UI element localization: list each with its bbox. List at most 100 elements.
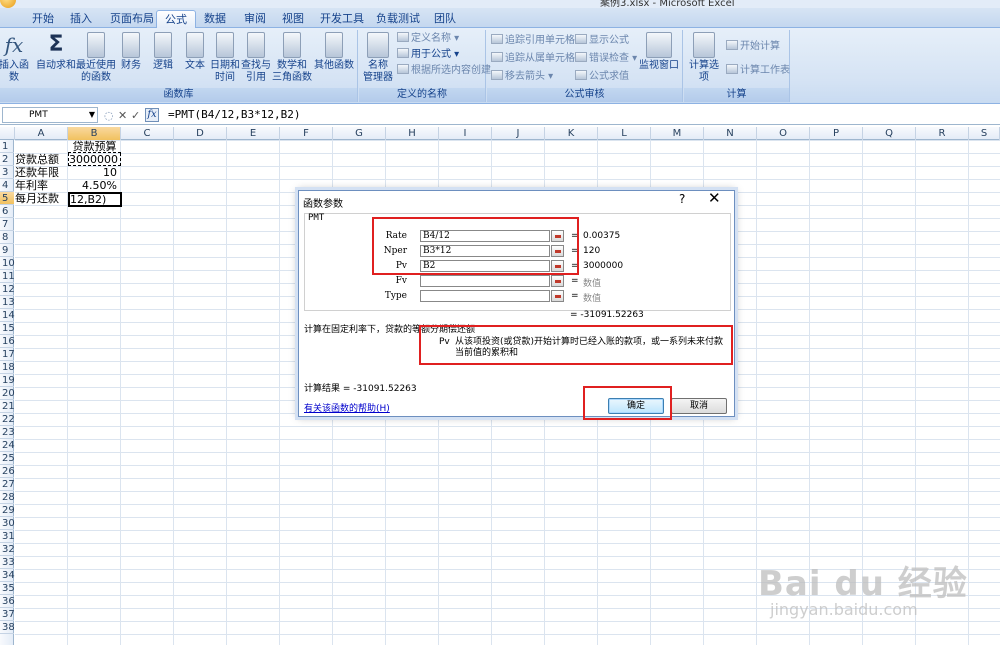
row-header[interactable]: 35 xyxy=(0,582,15,595)
error-checking-button[interactable]: 错误检查 ▾ xyxy=(575,52,637,66)
row-header[interactable]: 17 xyxy=(0,348,15,361)
cell-a5[interactable]: 每月还款 xyxy=(15,192,68,205)
name-manager-button[interactable]: 名称 管理器 xyxy=(361,32,395,84)
column-header[interactable]: I xyxy=(439,127,492,140)
row-header[interactable]: 34 xyxy=(0,569,15,582)
cell-a2[interactable]: 贷款总额 xyxy=(15,153,68,166)
logical-button[interactable]: 逻辑 xyxy=(148,32,178,72)
help-icon[interactable]: ? xyxy=(679,192,685,206)
row-header[interactable]: 6 xyxy=(0,205,14,218)
row-header[interactable]: 5 xyxy=(0,192,14,205)
row-header[interactable]: 20 xyxy=(0,387,15,400)
row-header[interactable]: 3 xyxy=(0,166,14,179)
define-name-button[interactable]: 定义名称 ▾ xyxy=(397,32,459,46)
row-header[interactable]: 21 xyxy=(0,400,15,413)
enter-icon[interactable]: ✓ xyxy=(131,109,140,122)
tab-home[interactable]: 开始 xyxy=(24,10,62,28)
row-header[interactable]: 22 xyxy=(0,413,15,426)
fv-input[interactable] xyxy=(420,275,550,287)
column-header[interactable]: L xyxy=(598,127,651,140)
trace-precedents-button[interactable]: 追踪引用单元格 xyxy=(491,34,575,48)
quick-access-toolbar[interactable] xyxy=(24,0,124,6)
column-header[interactable]: H xyxy=(386,127,439,140)
row-header[interactable]: 23 xyxy=(0,426,15,439)
row-header[interactable]: 19 xyxy=(0,374,15,387)
math-trig-button[interactable]: 数学和 三角函数 xyxy=(272,32,312,84)
cancel-icon[interactable]: ✕ xyxy=(118,109,127,122)
row-header[interactable]: 26 xyxy=(0,465,15,478)
column-header[interactable]: C xyxy=(121,127,174,140)
lookup-reference-button[interactable]: 查找与 引用 xyxy=(240,32,272,84)
cell-b1[interactable]: 贷款预算 xyxy=(68,140,121,153)
row-header[interactable]: 8 xyxy=(0,231,14,244)
row-header[interactable]: 14 xyxy=(0,309,15,322)
watch-window-button[interactable]: 监视窗口 xyxy=(637,32,681,72)
tab-insert[interactable]: 插入 xyxy=(62,10,100,28)
column-header[interactable]: R xyxy=(916,127,969,140)
show-formulas-button[interactable]: 显示公式 xyxy=(575,34,629,48)
tab-team[interactable]: 团队 xyxy=(426,10,464,28)
calc-options-button[interactable]: 计算选项 xyxy=(686,32,722,84)
row-header[interactable]: 29 xyxy=(0,504,15,517)
insert-function-button[interactable]: fx 插入函数 xyxy=(0,32,32,84)
row-header[interactable]: 36 xyxy=(0,595,15,608)
tab-load-test[interactable]: 负载测试 xyxy=(368,10,428,28)
row-header[interactable]: 16 xyxy=(0,335,15,348)
function-help-link[interactable]: 有关该函数的帮助(H) xyxy=(304,401,390,414)
name-box[interactable]: PMT ▼ xyxy=(2,107,98,123)
row-header[interactable]: 2 xyxy=(0,153,14,166)
expand-handle-icon[interactable]: ◌ xyxy=(104,109,114,122)
collapse-dialog-icon[interactable] xyxy=(551,290,564,302)
use-in-formula-button[interactable]: 用于公式 ▾ xyxy=(397,48,459,62)
row-header[interactable]: 25 xyxy=(0,452,15,465)
cell-b2[interactable]: 3000000 xyxy=(68,153,121,166)
create-from-selection-button[interactable]: 根据所选内容创建 xyxy=(397,64,491,78)
column-header[interactable]: B xyxy=(68,127,121,140)
tab-formulas[interactable]: 公式 xyxy=(156,10,196,28)
type-input[interactable] xyxy=(420,290,550,302)
row-header[interactable]: 10 xyxy=(0,257,15,270)
row-header[interactable]: 9 xyxy=(0,244,14,257)
cell-a3[interactable]: 还款年限 xyxy=(15,166,68,179)
column-header[interactable]: E xyxy=(227,127,280,140)
column-header[interactable]: S xyxy=(969,127,1000,140)
financial-button[interactable]: 财务 xyxy=(116,32,146,72)
autosum-button[interactable]: Σ 自动求和 xyxy=(36,32,76,72)
column-header[interactable]: K xyxy=(545,127,598,140)
row-header[interactable]: 11 xyxy=(0,270,15,283)
column-header[interactable]: J xyxy=(492,127,545,140)
column-header[interactable]: F xyxy=(280,127,333,140)
row-header[interactable]: 4 xyxy=(0,179,14,192)
tab-view[interactable]: 视图 xyxy=(274,10,312,28)
office-button-icon[interactable] xyxy=(0,0,16,8)
column-header[interactable]: D xyxy=(174,127,227,140)
row-header[interactable]: 18 xyxy=(0,361,15,374)
calc-now-button[interactable]: 开始计算 xyxy=(726,40,780,54)
column-header[interactable]: A xyxy=(15,127,68,140)
row-header[interactable]: 37 xyxy=(0,608,15,621)
row-header[interactable]: 12 xyxy=(0,283,15,296)
trace-dependents-button[interactable]: 追踪从属单元格 xyxy=(491,52,575,66)
formula-input[interactable]: =PMT(B4/12,B3*12,B2) xyxy=(168,107,300,123)
row-header[interactable]: 30 xyxy=(0,517,15,530)
row-header[interactable]: 31 xyxy=(0,530,15,543)
column-header[interactable]: O xyxy=(757,127,810,140)
close-icon[interactable]: ✕ xyxy=(708,189,721,207)
cell-b3[interactable]: 10 xyxy=(68,166,121,179)
select-all-corner[interactable] xyxy=(0,127,15,140)
row-header[interactable]: 32 xyxy=(0,543,15,556)
tab-data[interactable]: 数据 xyxy=(196,10,234,28)
row-header[interactable]: 7 xyxy=(0,218,14,231)
column-header[interactable]: M xyxy=(651,127,704,140)
column-header[interactable]: P xyxy=(810,127,863,140)
row-header[interactable]: 15 xyxy=(0,322,15,335)
cell-b4[interactable]: 4.50% xyxy=(68,179,121,192)
calc-sheet-button[interactable]: 计算工作表 xyxy=(726,64,790,78)
insert-function-fx-icon[interactable]: fx xyxy=(145,108,159,122)
row-header[interactable]: 24 xyxy=(0,439,15,452)
row-header[interactable]: 38 xyxy=(0,621,15,634)
text-button[interactable]: 文本 xyxy=(180,32,210,72)
more-functions-button[interactable]: 其他函数 xyxy=(312,32,356,72)
collapse-dialog-icon[interactable] xyxy=(551,275,564,287)
row-header[interactable]: 1 xyxy=(0,140,14,153)
